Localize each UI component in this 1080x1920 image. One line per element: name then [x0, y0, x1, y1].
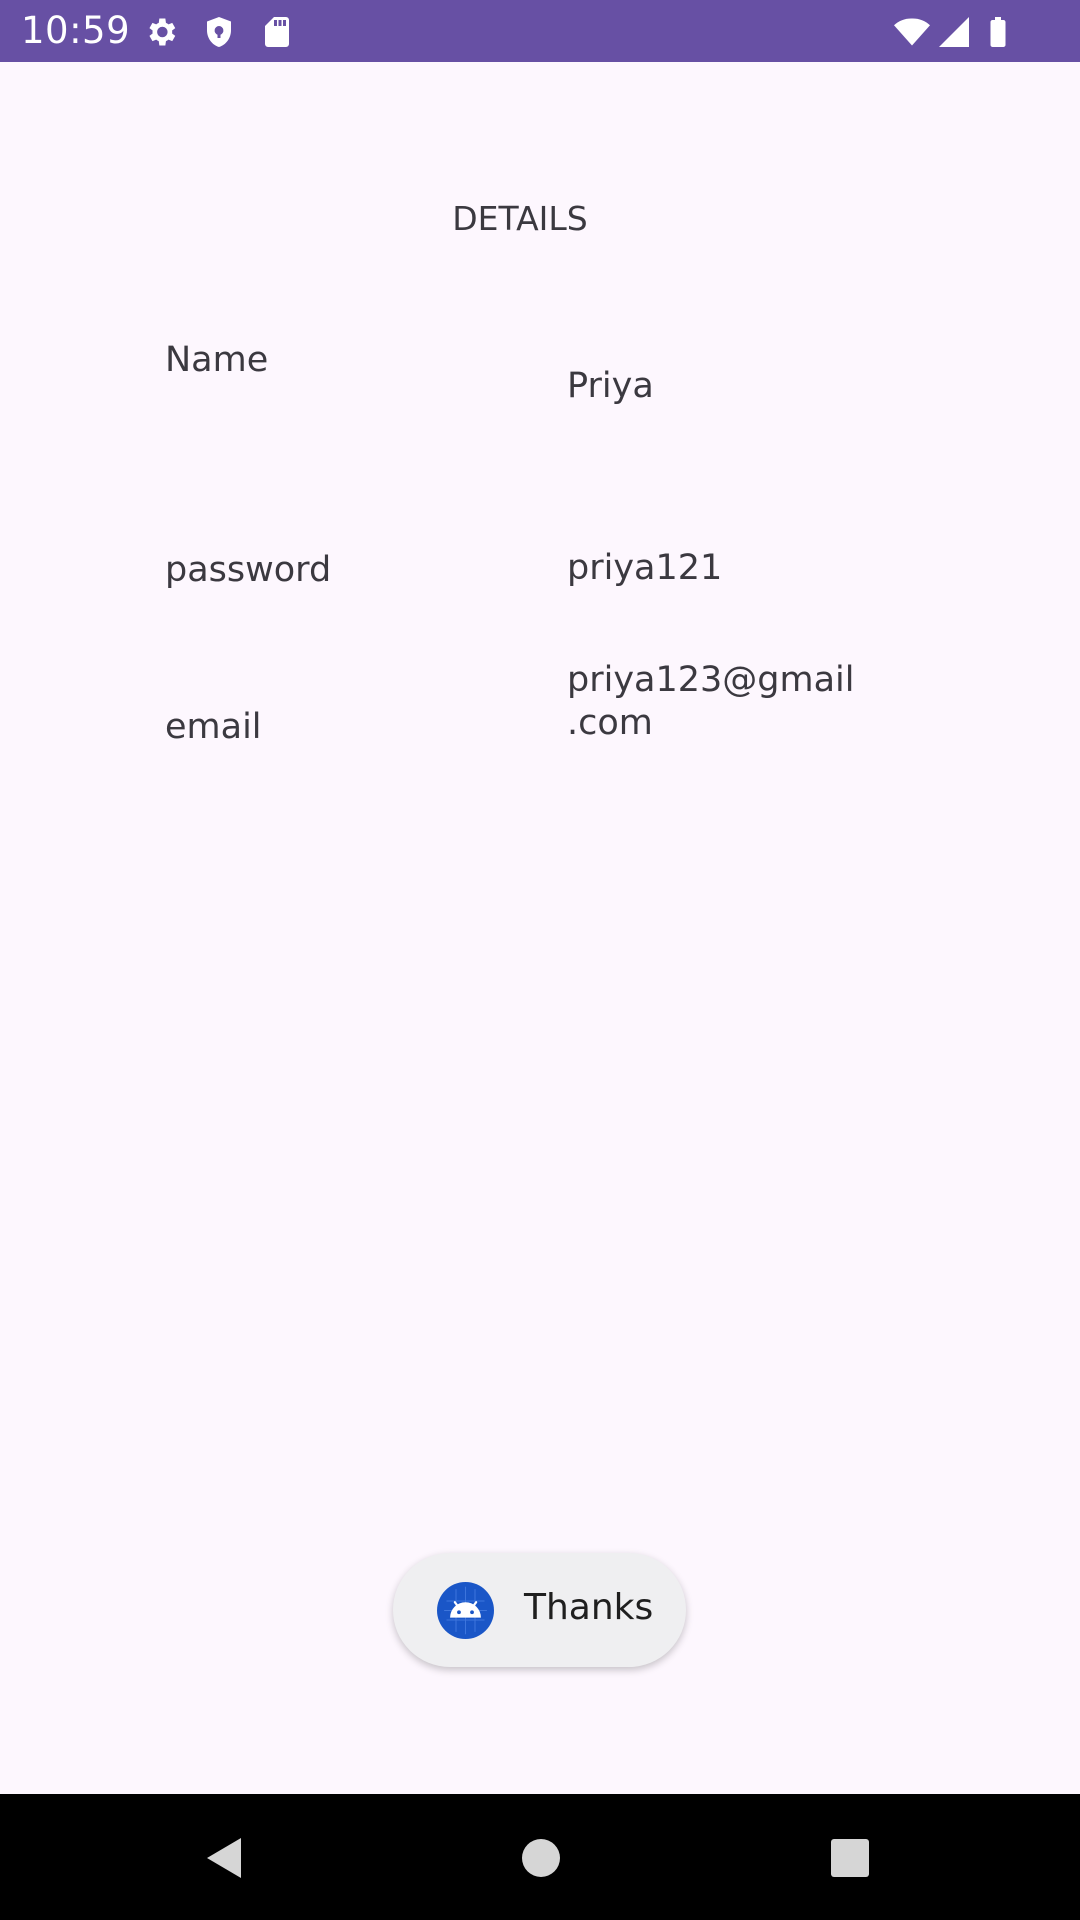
toast-text: Thanks	[524, 1587, 654, 1628]
recents-icon[interactable]	[822, 1830, 878, 1886]
home-icon[interactable]	[513, 1830, 569, 1886]
name-value: Priya	[567, 366, 654, 406]
password-value: priya121	[567, 548, 723, 587]
password-label: password	[165, 550, 332, 590]
gear-icon	[143, 14, 179, 50]
signal-icon	[936, 14, 972, 50]
email-label: email	[165, 707, 262, 746]
page-title: DETAILS	[452, 199, 588, 238]
shield-icon	[201, 14, 237, 50]
android-icon	[437, 1582, 494, 1639]
wifi-icon	[892, 14, 932, 50]
status-bar: 10:59	[0, 0, 1080, 62]
email-value: priya123@gmail .com	[567, 660, 855, 743]
name-label: Name	[165, 340, 269, 380]
navigation-bar	[0, 1794, 1080, 1920]
back-icon[interactable]	[197, 1830, 253, 1886]
status-time: 10:59	[21, 9, 131, 52]
toast: Thanks	[393, 1553, 686, 1667]
sd-card-icon	[259, 14, 295, 50]
battery-icon	[980, 14, 1016, 50]
